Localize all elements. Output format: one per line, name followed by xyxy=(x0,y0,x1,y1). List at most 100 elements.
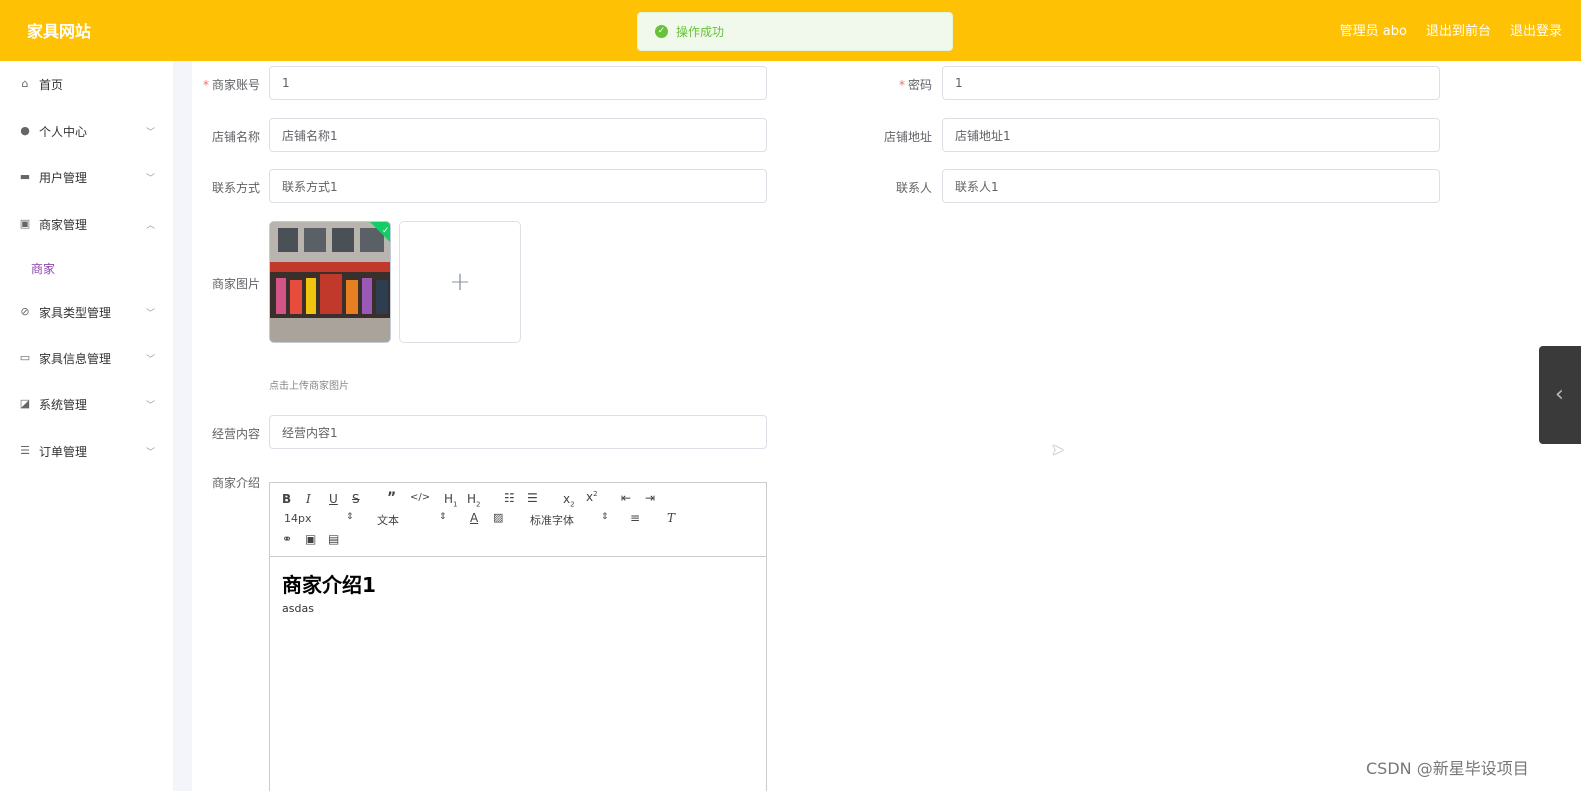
header-actions: 管理员 abo 退出到前台 退出登录 xyxy=(1340,20,1581,39)
card-icon: ▭ xyxy=(19,351,31,364)
editor-heading: 商家介绍1 xyxy=(282,573,376,597)
font-family-select[interactable]: 标准字体 xyxy=(530,512,574,528)
main-form: *商家账号 *密码 店铺名称 店铺地址 联系方式 联系人 商家图片 xyxy=(192,61,1581,791)
shop-address-label: 店铺地址 xyxy=(883,130,932,144)
link-icon[interactable]: ⚭ xyxy=(282,532,292,546)
side-drawer-toggle[interactable]: ‹ xyxy=(1539,346,1581,444)
check-circle-icon: ✓ xyxy=(655,25,668,38)
image-upload-button[interactable]: + xyxy=(399,221,521,343)
sidebar-item-label: 用户管理 xyxy=(39,170,88,185)
logout-link[interactable]: 退出登录 xyxy=(1510,20,1562,39)
contact-person-input[interactable] xyxy=(942,169,1440,203)
sidebar-item-merchant[interactable]: ▣ 商家管理 ︿ xyxy=(0,212,173,236)
account-label: * 商家账号 xyxy=(202,78,260,92)
rich-text-editor: B I U S ” </> H1 H2 ☷ ☰ x2 x2 ⇤ ⇥ 14px ⇕… xyxy=(269,482,767,791)
shop-name-input[interactable] xyxy=(269,118,767,152)
sidebar-item-personal[interactable]: ● 个人中心 ﹀ xyxy=(0,119,173,143)
bold-icon[interactable]: B xyxy=(282,492,291,506)
tag-icon: ⊘ xyxy=(20,305,30,318)
sidebar-item-furniture-type[interactable]: ⊘ 家具类型管理 ﹀ xyxy=(0,300,173,324)
font-color-icon[interactable]: A xyxy=(470,511,478,525)
sidebar-item-label: 首页 xyxy=(39,77,64,92)
strikethrough-icon[interactable]: S xyxy=(352,492,360,506)
sidebar-item-label: 个人中心 xyxy=(39,124,88,139)
chevron-left-icon: ‹ xyxy=(1555,382,1564,407)
chevron-down-icon: ﹀ xyxy=(146,354,156,365)
sidebar-item-label: 家具信息管理 xyxy=(39,351,112,366)
sidebar-item-label: 家具类型管理 xyxy=(39,305,112,320)
chevron-updown-icon: ⇕ xyxy=(346,512,354,522)
font-size-select[interactable]: 14px xyxy=(284,512,312,525)
clipboard-icon: ▣ xyxy=(19,217,31,230)
text-style-select[interactable]: 文本 xyxy=(377,512,399,528)
home-icon: ⌂ xyxy=(21,77,29,90)
merchant-image-thumbnail[interactable]: ✓ xyxy=(269,221,391,343)
watermark: CSDN @新星毕设项目 xyxy=(1366,759,1529,778)
upload-tip: 点击上传商家图片 xyxy=(269,381,349,392)
indent-icon[interactable]: ⇥ xyxy=(645,491,655,505)
user-icon: ● xyxy=(20,124,30,137)
users-icon: ▬ xyxy=(19,170,31,183)
heading2-icon[interactable]: H2 xyxy=(467,492,481,508)
site-brand: 家具网站 xyxy=(27,22,92,41)
code-icon[interactable]: </> xyxy=(410,492,430,503)
password-input[interactable] xyxy=(942,66,1440,100)
toast-message: 操作成功 xyxy=(676,25,725,39)
video-icon[interactable]: ▤ xyxy=(328,532,339,546)
image-label: 商家图片 xyxy=(211,277,260,291)
admin-label: 管理员 abo xyxy=(1339,24,1407,39)
account-input[interactable] xyxy=(269,66,767,100)
superscript-icon[interactable]: x2 xyxy=(586,490,598,504)
business-input[interactable] xyxy=(269,415,767,449)
sidebar-item-label: 商家管理 xyxy=(39,217,88,232)
contact-label: 联系方式 xyxy=(211,181,260,195)
sidebar-item-label: 订单管理 xyxy=(39,444,88,459)
success-toast: ✓ 操作成功 xyxy=(637,12,953,51)
ordered-list-icon[interactable]: ☷ xyxy=(504,491,515,505)
heading1-icon[interactable]: H1 xyxy=(444,492,458,508)
editor-content[interactable]: 商家介绍1 asdas xyxy=(270,557,766,627)
chevron-up-icon: ︿ xyxy=(146,220,156,231)
sidebar-item-home[interactable]: ⌂ 首页 xyxy=(0,72,173,96)
intro-label: 商家介绍 xyxy=(211,476,260,490)
blockquote-icon[interactable]: ” xyxy=(387,490,396,506)
image-icon[interactable]: ▣ xyxy=(305,532,316,546)
shop-address-input[interactable] xyxy=(942,118,1440,152)
chevron-down-icon: ﹀ xyxy=(146,173,156,184)
sidebar-item-orders[interactable]: ☰ 订单管理 ﹀ xyxy=(0,439,173,463)
sidebar-subitem-merchant[interactable]: 商家 xyxy=(31,260,55,277)
plus-icon: + xyxy=(449,267,471,297)
bullet-list-icon[interactable]: ☰ xyxy=(527,491,538,505)
contact-person-label: 联系人 xyxy=(895,181,932,195)
exit-to-front-link[interactable]: 退出到前台 xyxy=(1426,20,1491,39)
chevron-down-icon: ﹀ xyxy=(146,447,156,458)
sidebar-item-furniture-info[interactable]: ▭ 家具信息管理 ﹀ xyxy=(0,346,173,370)
chevron-updown-icon: ⇕ xyxy=(601,512,609,522)
clear-format-icon[interactable]: T xyxy=(667,511,675,525)
mouse-cursor-icon: ➤ xyxy=(1051,440,1065,459)
subscript-icon[interactable]: x2 xyxy=(563,492,575,508)
editor-paragraph: asdas xyxy=(282,602,314,615)
chevron-updown-icon: ⇕ xyxy=(439,512,447,522)
outdent-icon[interactable]: ⇤ xyxy=(621,491,631,505)
italic-icon[interactable]: I xyxy=(306,492,311,506)
storefront-photo: ✓ xyxy=(270,222,390,342)
chevron-down-icon: ﹀ xyxy=(146,400,156,411)
background-color-icon[interactable]: ▨ xyxy=(493,511,503,524)
chevron-down-icon: ﹀ xyxy=(146,127,156,138)
chart-icon: ◪ xyxy=(19,397,31,410)
password-label: * 密码 xyxy=(898,78,932,92)
align-icon[interactable]: ≡ xyxy=(630,511,640,525)
list-icon: ☰ xyxy=(20,444,30,457)
sidebar-item-users[interactable]: ▬ 用户管理 ﹀ xyxy=(0,165,173,189)
underline-icon[interactable]: U xyxy=(329,492,338,506)
business-label: 经营内容 xyxy=(211,427,260,441)
shop-name-label: 店铺名称 xyxy=(211,130,260,144)
sidebar-item-label: 系统管理 xyxy=(39,397,88,412)
sidebar-item-system[interactable]: ◪ 系统管理 ﹀ xyxy=(0,392,173,416)
sidebar: ⌂ 首页 ● 个人中心 ﹀ ▬ 用户管理 ﹀ ▣ 商家管理 ︿ 商家 ⊘ 家具类… xyxy=(0,61,173,791)
svg-text:✓: ✓ xyxy=(382,226,390,236)
editor-toolbar: B I U S ” </> H1 H2 ☷ ☰ x2 x2 ⇤ ⇥ 14px ⇕… xyxy=(270,483,766,557)
chevron-down-icon: ﹀ xyxy=(146,308,156,319)
contact-input[interactable] xyxy=(269,169,767,203)
